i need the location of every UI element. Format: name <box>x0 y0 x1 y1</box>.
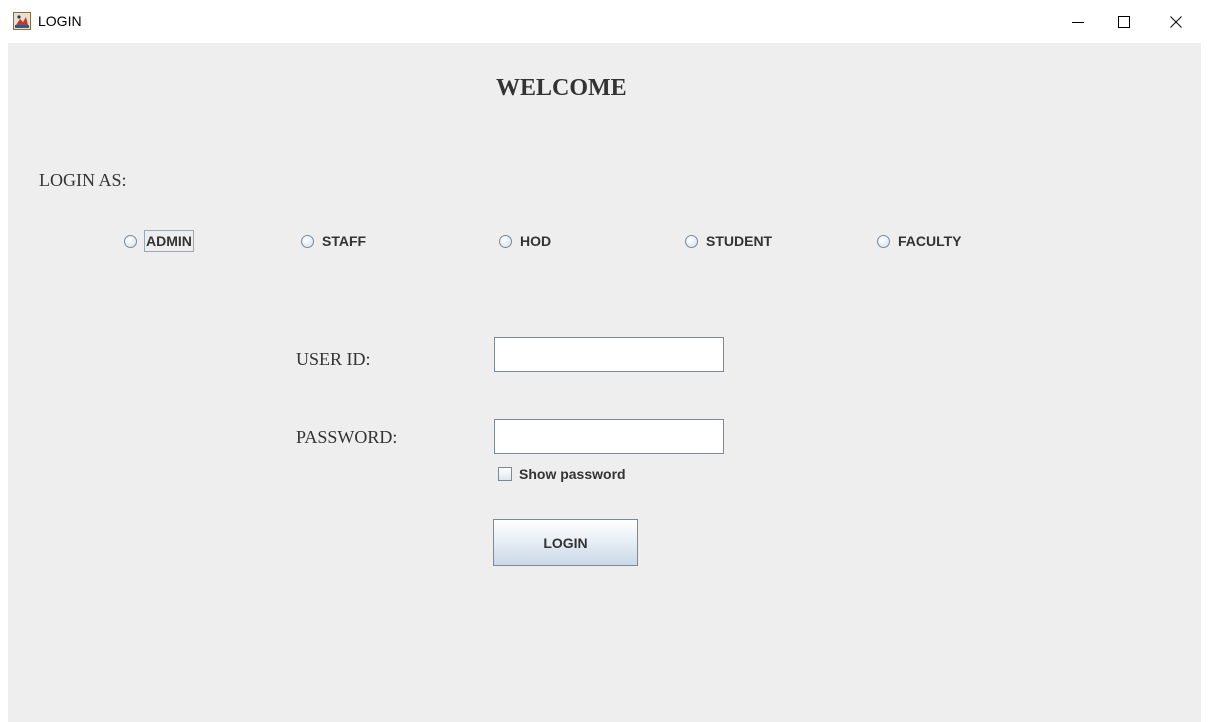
login-form-panel: WELCOME LOGIN AS: ADMIN STAFF HOD STUDEN… <box>8 43 1201 722</box>
welcome-heading: WELCOME <box>496 75 627 101</box>
login-window: LOGIN WELCOME LOGIN AS: ADMIN STAFF HOD … <box>0 0 1209 722</box>
radio-circle-icon[interactable] <box>877 234 890 248</box>
login-as-label: LOGIN AS: <box>39 170 127 190</box>
role-label-staff[interactable]: STAFF <box>322 232 366 250</box>
role-label-admin[interactable]: ADMIN <box>144 230 194 252</box>
role-label-faculty[interactable]: FACULTY <box>898 232 962 250</box>
minimize-icon <box>1072 16 1084 28</box>
role-radio-staff[interactable]: STAFF <box>301 230 366 252</box>
radio-circle-icon[interactable] <box>499 234 512 248</box>
role-label-student[interactable]: STUDENT <box>706 232 772 250</box>
role-radio-admin[interactable]: ADMIN <box>124 230 194 252</box>
show-password-label[interactable]: Show password <box>519 465 626 483</box>
maximize-icon <box>1118 15 1130 28</box>
role-label-hod[interactable]: HOD <box>520 232 551 250</box>
close-icon <box>1170 15 1182 28</box>
radio-circle-icon[interactable] <box>301 234 314 248</box>
checkbox-box-icon[interactable] <box>498 467 512 481</box>
radio-circle-icon[interactable] <box>124 234 137 248</box>
maximize-button[interactable] <box>1101 0 1147 43</box>
close-button[interactable] <box>1153 0 1199 43</box>
password-label: PASSWORD: <box>296 427 398 447</box>
title-bar[interactable]: LOGIN <box>0 0 1209 43</box>
show-password-checkbox[interactable]: Show password <box>498 463 626 485</box>
role-radio-faculty[interactable]: FACULTY <box>877 230 962 252</box>
login-button[interactable]: LOGIN <box>493 519 638 566</box>
password-input[interactable] <box>494 419 724 454</box>
role-radio-hod[interactable]: HOD <box>499 230 551 252</box>
window-title: LOGIN <box>38 13 82 29</box>
user-id-label: USER ID: <box>296 349 371 369</box>
java-app-icon <box>13 12 31 30</box>
user-id-input[interactable] <box>494 337 724 372</box>
role-radio-student[interactable]: STUDENT <box>685 230 772 252</box>
radio-circle-icon[interactable] <box>685 234 698 248</box>
minimize-button[interactable] <box>1055 0 1101 43</box>
